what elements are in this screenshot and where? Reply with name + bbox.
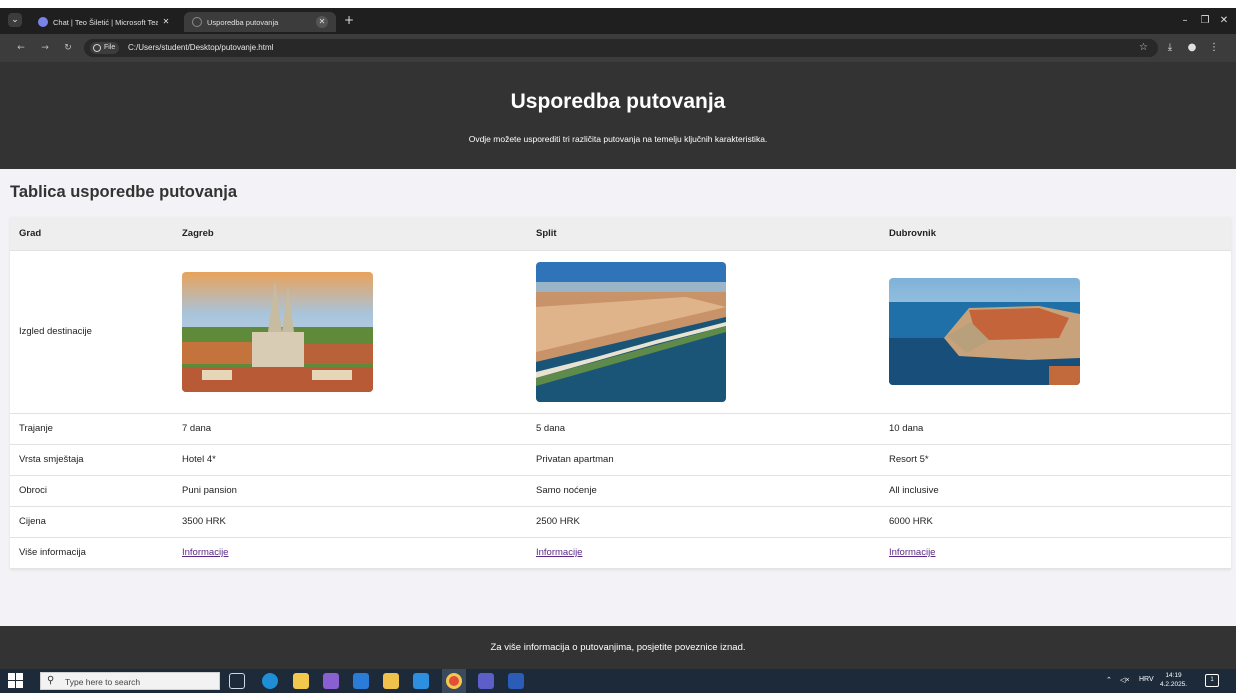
row-label: Više informacija: [10, 537, 173, 569]
section-title: Tablica usporedbe putovanja: [10, 183, 238, 201]
task-view-icon[interactable]: [229, 673, 245, 689]
table-cell: Hotel 4*: [173, 444, 527, 476]
table-row: Obroci Puni pansion Samo noćenje All inc…: [10, 475, 1231, 507]
info-link-dubrovnik[interactable]: Informacije: [889, 547, 935, 558]
teams-icon: [38, 17, 48, 27]
image-cell: [173, 250, 527, 414]
restore-icon[interactable]: ❐: [1198, 14, 1212, 28]
table-cell: Resort 5*: [880, 444, 1231, 476]
notification-icon[interactable]: 1: [1205, 674, 1219, 687]
row-label: Cijena: [10, 506, 173, 538]
mail-icon[interactable]: [353, 673, 369, 689]
file-explorer-icon[interactable]: [383, 673, 399, 689]
clock[interactable]: 14:19 4.2.2025.: [1160, 671, 1187, 689]
image-cell: [880, 250, 1231, 414]
table-row: Vrsta smještaja Hotel 4* Privatan apartm…: [10, 444, 1231, 476]
clock-time: 14:19: [1165, 672, 1182, 679]
tab-usporedba[interactable]: Usporedba putovanja ✕: [184, 12, 336, 32]
site-info-button[interactable]: File: [90, 42, 120, 54]
tab-title: Usporedba putovanja: [207, 17, 279, 27]
table-cell: 10 dana: [880, 413, 1231, 445]
table-header-cell: Split: [527, 217, 880, 251]
page-footer: Za više informacija o putovanjima, posje…: [0, 626, 1236, 669]
table-row: Izgled destinacije: [10, 250, 1231, 414]
word-icon[interactable]: [508, 673, 524, 689]
tab-title: Chat | Teo Šiletić | Microsoft Tea: [53, 17, 158, 27]
windows-start-icon[interactable]: [8, 673, 24, 689]
table-cell: Puni pansion: [173, 475, 527, 507]
speaker-icon[interactable]: ◁×: [1120, 676, 1129, 684]
table-cell: 7 dana: [173, 413, 527, 445]
search-icon: ⚲: [47, 675, 55, 686]
teams-taskbar-icon[interactable]: [478, 673, 494, 689]
table-header-cell: Grad: [10, 217, 173, 251]
row-label: Vrsta smještaja: [10, 444, 173, 476]
link-cell: Informacije: [173, 537, 527, 569]
store-icon[interactable]: [293, 673, 309, 689]
reload-icon[interactable]: ↻: [61, 41, 75, 55]
url-text: C:/Users/student/Desktop/putovanje.html: [128, 43, 274, 52]
row-label: Trajanje: [10, 413, 173, 445]
table-header-row: Grad Zagreb Split Dubrovnik: [10, 217, 1231, 251]
url-input[interactable]: File C:/Users/student/Desktop/putovanje.…: [84, 39, 1158, 57]
bookmark-star-icon[interactable]: ☆: [1139, 42, 1148, 54]
table-header-cell: Dubrovnik: [880, 217, 1231, 251]
minimize-icon[interactable]: –: [1178, 14, 1192, 28]
comparison-table: Grad Zagreb Split Dubrovnik Izgled desti…: [10, 217, 1231, 569]
edge-icon[interactable]: [262, 673, 278, 689]
link-cell: Informacije: [527, 537, 880, 569]
tab-search-icon[interactable]: ⌄: [8, 13, 22, 27]
table-row: Trajanje 7 dana 5 dana 10 dana: [10, 413, 1231, 445]
link-cell: Informacije: [880, 537, 1231, 569]
page-subtitle: Ovdje možete usporediti tri različita pu…: [468, 134, 768, 144]
info-icon: [93, 44, 101, 52]
browser-tab-bar: ⌄ Chat | Teo Šiletić | Microsoft Tea ✕ U…: [0, 8, 1236, 34]
table-row: Više informacija Informacije Informacije…: [10, 537, 1231, 569]
table-cell: Samo noćenje: [527, 475, 880, 507]
close-window-icon[interactable]: ✕: [1217, 14, 1231, 28]
table-cell: All inclusive: [880, 475, 1231, 507]
visual-studio-icon[interactable]: [323, 673, 339, 689]
forward-icon[interactable]: →: [38, 41, 52, 55]
download-icon[interactable]: ⤓: [1163, 41, 1177, 55]
table-header-cell: Zagreb: [173, 217, 527, 251]
site-chip-label: File: [104, 44, 116, 51]
search-placeholder: Type here to search: [65, 677, 141, 687]
table-cell: 6000 HRK: [880, 506, 1231, 538]
zagreb-image: [182, 271, 373, 392]
taskbar-search-input[interactable]: ⚲ Type here to search: [40, 672, 220, 690]
language-indicator[interactable]: HRV: [1139, 676, 1154, 683]
new-tab-icon[interactable]: +: [342, 13, 356, 27]
close-icon[interactable]: ✕: [160, 16, 172, 28]
close-icon[interactable]: ✕: [316, 16, 328, 28]
info-link-zagreb[interactable]: Informacije: [182, 547, 228, 558]
tab-teams-chat[interactable]: Chat | Teo Šiletić | Microsoft Tea ✕: [30, 12, 180, 32]
page-header: Usporedba putovanja Ovdje možete uspored…: [0, 62, 1236, 169]
profile-icon[interactable]: ●: [1185, 41, 1199, 55]
info-link-split[interactable]: Informacije: [536, 547, 582, 558]
chrome-icon[interactable]: [446, 673, 462, 689]
table-cell: Privatan apartman: [527, 444, 880, 476]
table-cell: 5 dana: [527, 413, 880, 445]
table-cell: 3500 HRK: [173, 506, 527, 538]
page-viewport: Usporedba putovanja Ovdje možete uspored…: [0, 62, 1236, 669]
table-row: Cijena 3500 HRK 2500 HRK 6000 HRK: [10, 506, 1231, 538]
page-title: Usporedba putovanja: [510, 90, 726, 113]
taskbar: ⚲ Type here to search ⌃ ◁× HRV 14:19 4.2…: [0, 669, 1236, 693]
dubrovnik-image: [889, 278, 1080, 385]
split-image: [536, 261, 726, 402]
tray-chevron-icon[interactable]: ⌃: [1106, 676, 1112, 684]
vscode-icon[interactable]: [413, 673, 429, 689]
table-cell: 2500 HRK: [527, 506, 880, 538]
row-label: Izgled destinacije: [10, 250, 173, 414]
address-bar: ← → ↻ File C:/Users/student/Desktop/puto…: [0, 34, 1236, 62]
top-strip: [0, 0, 1236, 8]
row-label: Obroci: [10, 475, 173, 507]
menu-icon[interactable]: ⋮: [1207, 41, 1221, 55]
image-cell: [527, 250, 880, 414]
clock-date: 4.2.2025.: [1160, 681, 1188, 688]
globe-icon: [192, 17, 202, 27]
back-icon[interactable]: ←: [14, 41, 28, 55]
